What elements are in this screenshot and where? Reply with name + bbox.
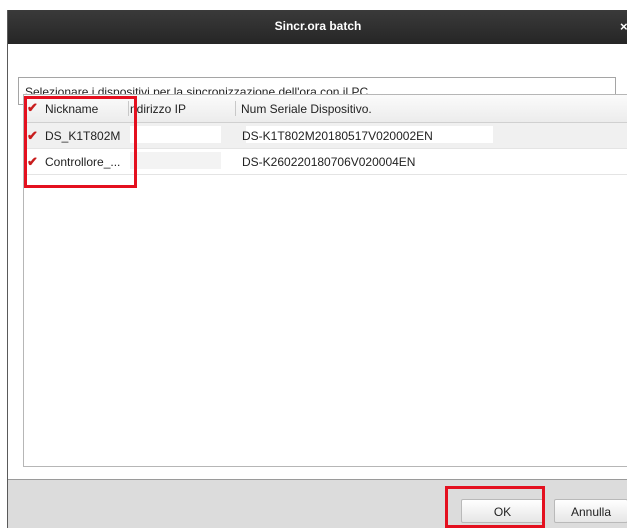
column-header-nickname[interactable]: Nickname [45, 102, 98, 116]
batch-time-sync-dialog: Sincr.ora batch × Selezionare i disposit… [7, 10, 627, 528]
dialog-title: Sincr.ora batch [274, 19, 362, 33]
row-checkbox[interactable]: ✔ [27, 128, 40, 143]
select-all-checkbox[interactable]: ✔ [27, 100, 40, 115]
column-divider[interactable] [235, 101, 236, 116]
checkmark-icon: ✔ [27, 100, 38, 115]
ip-cell [130, 152, 221, 169]
table-row[interactable]: ✔ DS_K1T802M DS-K1T802M20180517V020002EN [24, 123, 627, 149]
cancel-button[interactable]: Annulla [554, 499, 627, 523]
column-header-serial[interactable]: Num Seriale Dispositivo. [241, 102, 372, 116]
serial-cell: DS-K260220180706V020004EN [242, 155, 416, 169]
column-header-ip[interactable]: ndirizzo IP [130, 102, 186, 116]
close-icon[interactable]: × [620, 19, 627, 34]
device-table: ✔ Nickname ndirizzo IP Num Seriale Dispo… [23, 94, 627, 467]
column-divider[interactable] [128, 101, 129, 116]
row-checkbox[interactable]: ✔ [27, 154, 40, 169]
nickname-cell: DS_K1T802M [45, 129, 121, 143]
ok-button[interactable]: OK [461, 499, 544, 523]
table-row[interactable]: ✔ Controllore_... DS-K260220180706V02000… [24, 149, 627, 175]
ip-cell [130, 126, 221, 143]
checkmark-icon: ✔ [27, 128, 38, 143]
title-bar[interactable]: Sincr.ora batch × [8, 10, 627, 44]
nickname-cell: Controllore_... [45, 155, 121, 169]
checkmark-icon: ✔ [27, 154, 38, 169]
serial-cell: DS-K1T802M20180517V020002EN [242, 129, 433, 143]
table-header: ✔ Nickname ndirizzo IP Num Seriale Dispo… [24, 95, 627, 123]
